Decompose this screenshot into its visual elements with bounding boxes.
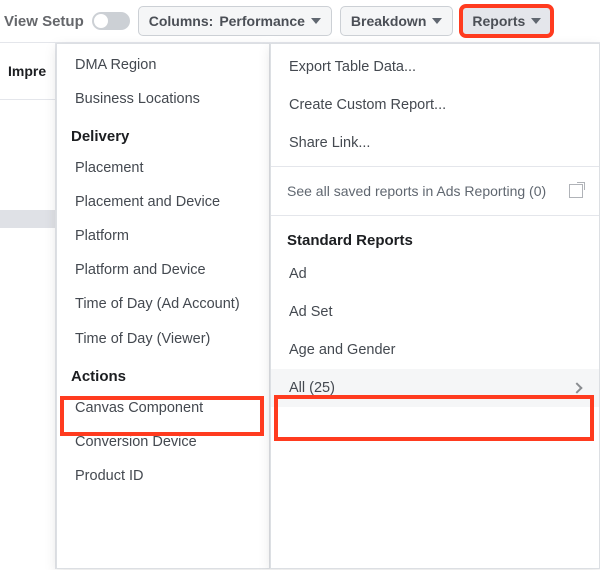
reports-item-label: Ad Set: [289, 304, 333, 320]
reports-item-all[interactable]: All (25): [271, 369, 599, 407]
columns-button[interactable]: Columns: Performance: [138, 6, 332, 36]
view-setup-label: View Setup: [4, 13, 84, 30]
reports-section-standard: Standard Reports: [271, 220, 599, 255]
external-link-icon: [569, 184, 583, 198]
breakdown-item-placement[interactable]: Placement: [57, 151, 269, 185]
breakdown-label: Breakdown: [351, 13, 426, 29]
reports-item-label: All (25): [289, 380, 335, 396]
breakdown-button[interactable]: Breakdown: [340, 6, 453, 36]
reports-item-label: Export Table Data...: [289, 59, 416, 75]
reports-item-ad-set[interactable]: Ad Set: [271, 293, 599, 331]
reports-label: Reports: [472, 13, 525, 29]
breakdown-item-placement-device[interactable]: Placement and Device: [57, 185, 269, 219]
table-left-column: Impre: [0, 43, 56, 569]
reports-item-label: Create Custom Report...: [289, 97, 446, 113]
column-header-impressions: Impre: [0, 43, 55, 100]
columns-value: Performance: [219, 13, 305, 29]
content-area: Impre DMA Region Business Locations Deli…: [0, 43, 600, 569]
breakdown-item-product-id[interactable]: Product ID: [57, 459, 269, 493]
breakdown-item-time-of-day-viewer[interactable]: Time of Day (Viewer): [57, 322, 269, 356]
caret-down-icon: [432, 18, 442, 24]
reports-item-label: Ad: [289, 266, 307, 282]
view-setup-toggle[interactable]: [92, 12, 130, 30]
reports-item-share-link[interactable]: Share Link...: [271, 124, 599, 162]
reports-button[interactable]: Reports: [461, 6, 552, 36]
reports-item-saved-reports[interactable]: See all saved reports in Ads Reporting (…: [271, 171, 599, 211]
saved-reports-label: See all saved reports in Ads Reporting (…: [287, 183, 546, 199]
reports-item-label: Share Link...: [289, 135, 370, 151]
breakdown-item-business-locations[interactable]: Business Locations: [57, 82, 269, 116]
caret-down-icon: [531, 18, 541, 24]
reports-item-export-table-data[interactable]: Export Table Data...: [271, 48, 599, 86]
table-row-placeholder: [0, 210, 55, 228]
breakdown-section-delivery: Delivery: [57, 116, 269, 151]
breakdown-item-canvas-component[interactable]: Canvas Component: [57, 391, 269, 425]
reports-item-create-custom-report[interactable]: Create Custom Report...: [271, 86, 599, 124]
breakdown-dropdown: DMA Region Business Locations Delivery P…: [56, 43, 270, 569]
reports-item-ad[interactable]: Ad: [271, 255, 599, 293]
columns-prefix: Columns:: [149, 13, 214, 29]
breakdown-item-platform-device[interactable]: Platform and Device: [57, 253, 269, 287]
caret-down-icon: [311, 18, 321, 24]
breakdown-item-time-of-day-ad-account[interactable]: Time of Day (Ad Account): [57, 287, 269, 322]
reports-dropdown: Export Table Data... Create Custom Repor…: [270, 43, 600, 569]
divider: [271, 166, 599, 167]
chevron-right-icon: [571, 382, 582, 393]
breakdown-item-platform[interactable]: Platform: [57, 219, 269, 253]
breakdown-section-actions: Actions: [57, 356, 269, 391]
divider: [271, 215, 599, 216]
reports-item-label: Age and Gender: [289, 342, 395, 358]
breakdown-item-dma-region[interactable]: DMA Region: [57, 48, 269, 82]
reports-item-age-gender[interactable]: Age and Gender: [271, 331, 599, 369]
toolbar: View Setup Columns: Performance Breakdow…: [0, 0, 600, 43]
breakdown-item-conversion-device[interactable]: Conversion Device: [57, 425, 269, 459]
